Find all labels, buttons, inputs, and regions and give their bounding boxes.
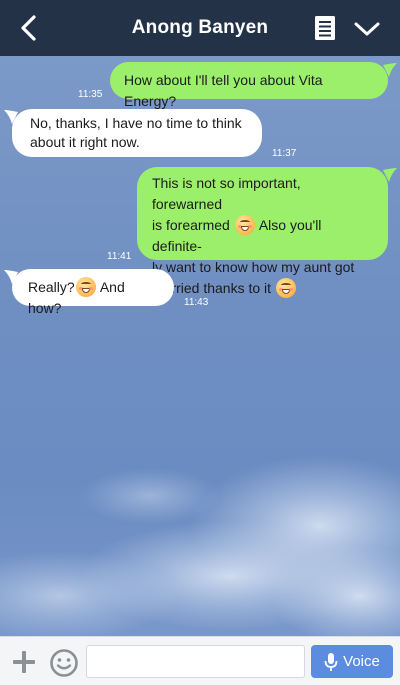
notes-icon bbox=[315, 16, 335, 40]
message-bubble[interactable]: This is not so important, forewarned is … bbox=[137, 167, 388, 298]
contact-name[interactable]: Anong Banyen bbox=[132, 17, 268, 39]
menu-button[interactable] bbox=[353, 18, 381, 40]
message-bubble[interactable]: Really? And how? bbox=[12, 269, 174, 316]
chat-area[interactable]: How about I'll tell you about Vita Energ… bbox=[0, 56, 400, 636]
notes-button[interactable] bbox=[313, 15, 337, 41]
message-outgoing: This is not so important, forewarned is … bbox=[0, 164, 400, 298]
smiley-icon bbox=[50, 649, 78, 677]
message-time: 11:35 bbox=[78, 89, 103, 100]
message-bubble[interactable]: No, thanks, I have no time to think abou… bbox=[12, 109, 262, 157]
voice-button[interactable]: Voice bbox=[311, 645, 393, 678]
message-text-line: is forearmed Also you'll definite- bbox=[152, 215, 373, 257]
message-text-line: about it right now. bbox=[30, 134, 140, 150]
grinning-emoji-icon bbox=[75, 277, 96, 297]
plus-icon bbox=[13, 651, 35, 673]
message-text: Really? bbox=[28, 279, 75, 295]
message-outgoing: How about I'll tell you about Vita Energ… bbox=[0, 56, 400, 109]
message-bubble[interactable]: How about I'll tell you about Vita Energ… bbox=[110, 62, 388, 109]
chat-header: Anong Banyen bbox=[0, 0, 400, 56]
message-text: How about I'll tell you about Vita Energ… bbox=[124, 72, 323, 109]
bubble-tail bbox=[383, 63, 397, 77]
message-incoming: No, thanks, I have no time to think abou… bbox=[0, 106, 400, 161]
chevron-down-icon bbox=[354, 22, 380, 36]
message-time: 11:41 bbox=[107, 251, 132, 262]
message-text-line: No, thanks, I have no time to think bbox=[30, 115, 242, 131]
bubble-tail bbox=[4, 110, 18, 124]
message-text-line: This is not so important, forewarned bbox=[152, 175, 301, 212]
attach-button[interactable] bbox=[11, 649, 37, 675]
emoji-button[interactable] bbox=[49, 648, 79, 678]
message-time: 11:43 bbox=[184, 297, 209, 308]
message-text: is forearmed bbox=[152, 217, 230, 233]
message-input[interactable] bbox=[86, 645, 305, 678]
voice-button-label: Voice bbox=[343, 653, 380, 670]
smiling-blush-emoji-icon bbox=[234, 215, 255, 235]
message-time: 11:37 bbox=[272, 148, 297, 159]
bubble-tail bbox=[383, 168, 397, 182]
back-button[interactable] bbox=[14, 12, 42, 44]
bubble-tail bbox=[4, 270, 18, 284]
chevron-left-icon bbox=[21, 15, 36, 41]
composer-bar: Voice bbox=[0, 636, 400, 685]
microphone-icon bbox=[324, 652, 338, 671]
message-incoming: Really? And how? 11:43 bbox=[0, 266, 400, 316]
